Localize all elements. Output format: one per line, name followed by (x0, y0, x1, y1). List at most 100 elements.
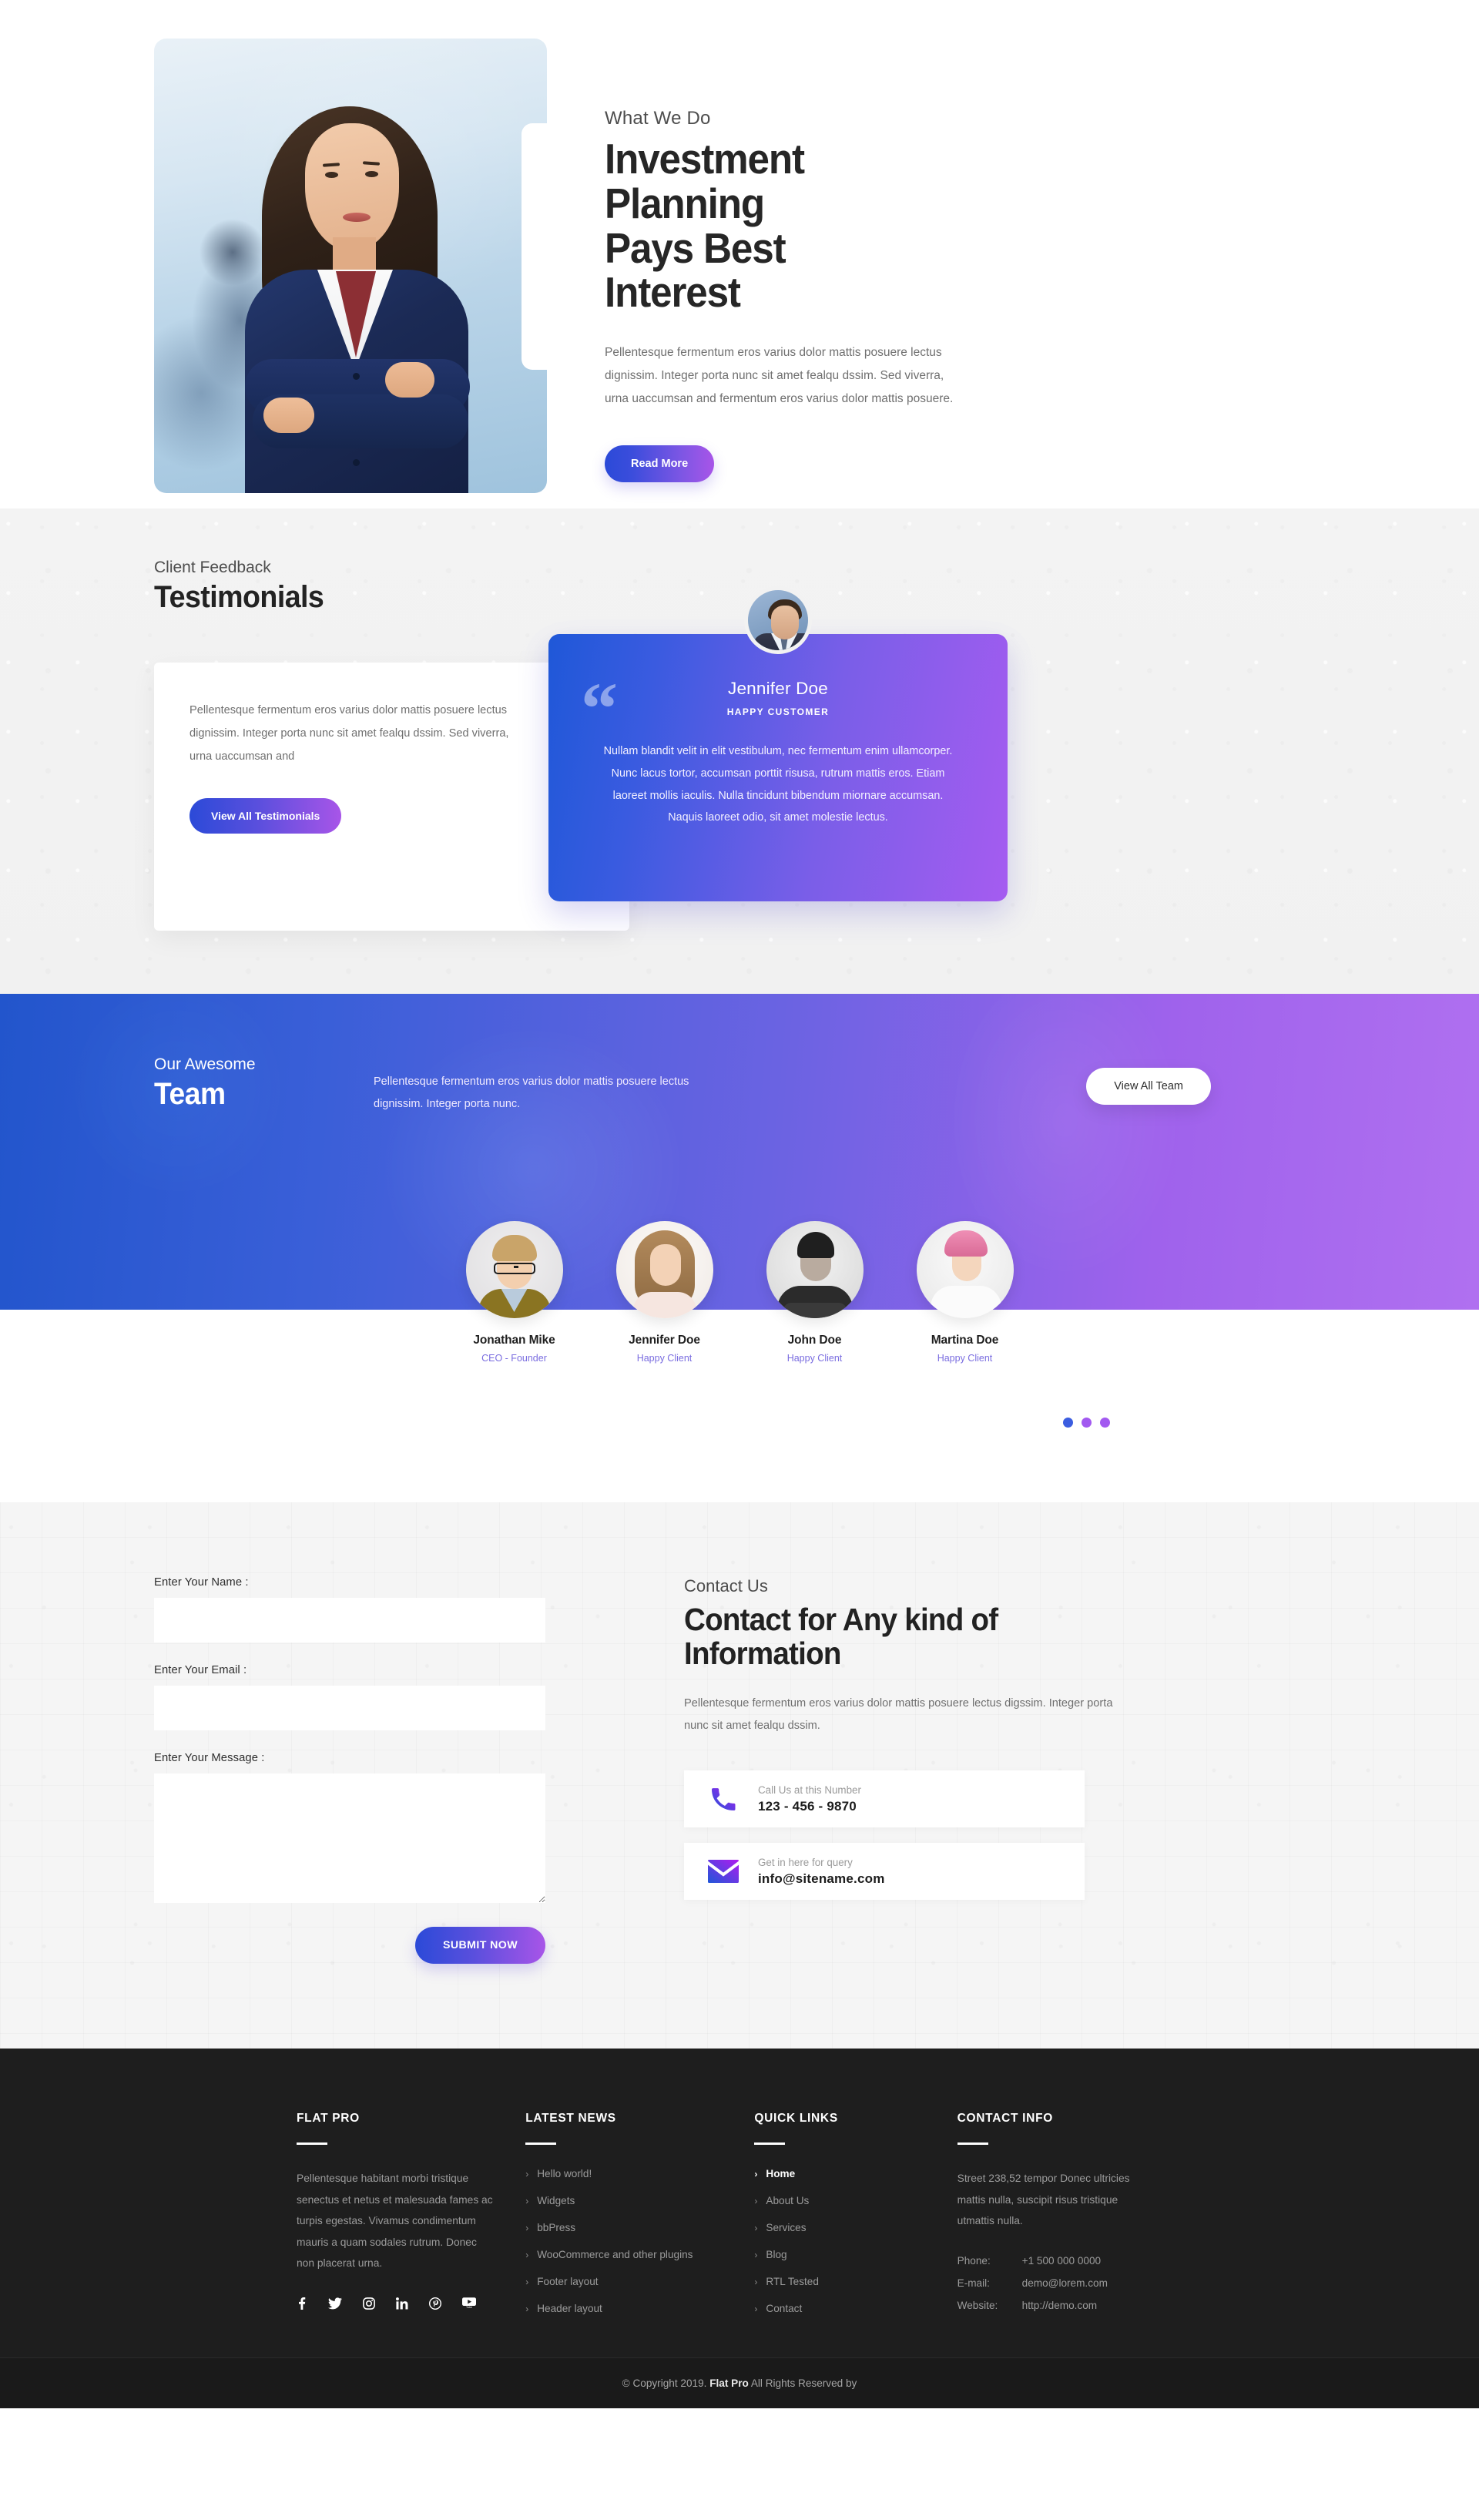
social-links: Tube (297, 2297, 495, 2313)
contact-section: Enter Your Name : Enter Your Email : Ent… (0, 1502, 1479, 2049)
footer-phone-key: Phone: (957, 2254, 991, 2267)
hero-title-line-2: Pays Best Interest (605, 223, 786, 317)
hand-lower-shape (263, 398, 314, 433)
news-item-label: Hello world! (537, 2168, 592, 2179)
testimonial-pagination[interactable] (1063, 1418, 1110, 1428)
footer-website-value[interactable]: http://demo.com (1022, 2300, 1097, 2311)
linkedin-icon[interactable] (396, 2297, 408, 2313)
chevron-right-icon: › (754, 2195, 758, 2206)
phone-card[interactable]: Call Us at this Number 123 - 456 - 9870 (684, 1770, 1085, 1828)
quick-link-about[interactable]: › About Us (754, 2195, 926, 2206)
list-item[interactable]: › Widgets (525, 2195, 723, 2206)
testimonials-heading: Client Feedback Testimonials (154, 508, 1325, 615)
view-all-testimonials-button[interactable]: View All Testimonials (189, 797, 342, 834)
hero-paragraph: Pellentesque fermentum eros varius dolor… (605, 346, 954, 406)
member-role: Happy Client (937, 1353, 993, 1364)
quick-link-home[interactable]: › Home (754, 2168, 926, 2179)
quick-link-label: Blog (766, 2249, 787, 2260)
name-input[interactable] (154, 1598, 545, 1643)
list-item[interactable]: › bbPress (525, 2222, 723, 2233)
contact-title-line-2: Information (684, 1636, 841, 1672)
envelope-icon (706, 1859, 741, 1884)
footer-email-key: E-mail: (957, 2277, 990, 2289)
member-face-shape (649, 1244, 681, 1286)
facebook-icon[interactable] (297, 2297, 307, 2313)
message-label: Enter Your Message : (154, 1752, 265, 1764)
pagination-dot-3[interactable] (1100, 1418, 1110, 1428)
chevron-right-icon: › (754, 2249, 758, 2260)
footer-address: Street 238,52 tempor Donec ultricies mat… (957, 2173, 1130, 2227)
quick-link-contact[interactable]: › Contact (754, 2303, 926, 2314)
footer-title-underline (957, 2143, 988, 2145)
list-item[interactable]: › WooCommerce and other plugins (525, 2249, 723, 2260)
footer-website-key: Website: (957, 2299, 998, 2311)
news-item-label: Footer layout (537, 2276, 599, 2287)
view-all-team-button[interactable]: View All Team (1086, 1068, 1211, 1105)
pagination-dot-2[interactable] (1082, 1418, 1092, 1428)
email-value: info@sitename.com (758, 1871, 885, 1886)
youtube-icon[interactable]: Tube (462, 2297, 476, 2313)
team-member[interactable]: Jonathan Mike CEO - Founder (439, 1221, 589, 1364)
latest-news-list: › Hello world! › Widgets › bbPress › WooComm… (525, 2168, 723, 2314)
list-item[interactable]: › Footer layout (525, 2276, 723, 2287)
hand-upper-shape (385, 362, 434, 398)
list-item[interactable]: › Header layout (525, 2303, 723, 2314)
testimonial-author-name: Jennifer Doe (728, 679, 828, 698)
news-item-label: bbPress (537, 2222, 576, 2233)
team-eyebrow: Our Awesome (154, 1055, 256, 1073)
news-item-label: WooCommerce and other plugins (537, 2249, 693, 2260)
pagination-dot-1[interactable] (1063, 1418, 1073, 1428)
footer-phone-row: Phone: +1 500 000 0000 (957, 2255, 1152, 2267)
read-more-button[interactable]: Read More (605, 445, 715, 482)
lips-shape (343, 213, 371, 222)
quick-link-label: Home (766, 2168, 796, 2179)
phone-icon (706, 1783, 741, 1814)
chevron-right-icon: › (525, 2222, 529, 2233)
quick-link-blog[interactable]: › Blog (754, 2249, 926, 2260)
twitter-icon[interactable] (328, 2297, 342, 2313)
businesswoman-photo (154, 39, 547, 493)
contact-eyebrow: Contact Us (684, 1576, 768, 1596)
member-name: John Doe (787, 1334, 842, 1347)
news-item-label: Header layout (537, 2303, 602, 2314)
footer-phone-value: +1 500 000 0000 (1021, 2254, 1102, 2267)
footer-news-column: LATEST NEWS › Hello world! › Widgets › bbPr… (525, 2112, 754, 2330)
hero-title-line-1: Investment Planning (605, 135, 805, 227)
quick-link-rtl-tested[interactable]: › RTL Tested (754, 2276, 926, 2287)
footer-email-row: E-mail: demo@lorem.com (957, 2277, 1152, 2289)
testimonials-title: Testimonials (154, 580, 324, 614)
email-card[interactable]: Get in here for query info@sitename.com (684, 1843, 1085, 1901)
message-textarea[interactable] (154, 1773, 545, 1903)
contact-form: Enter Your Name : Enter Your Email : Ent… (154, 1576, 632, 1964)
testimonials-section: Client Feedback Testimonials Pellentesqu… (0, 508, 1479, 1428)
team-member[interactable]: John Doe Happy Client (740, 1221, 890, 1364)
chevron-right-icon: › (754, 2168, 758, 2179)
quick-link-label: Contact (766, 2303, 803, 2314)
phone-value: 123 - 456 - 9870 (758, 1798, 857, 1814)
contact-info-block: Contact Us Contact for Any kind of Infor… (632, 1576, 1325, 1964)
submit-now-button[interactable]: SUBMIT NOW (415, 1927, 545, 1964)
member-arms-shape (783, 1303, 847, 1318)
team-members-strip: Jonathan Mike CEO - Founder Jennifer Doe… (0, 1221, 1479, 1502)
footer: FLAT PRO Pellentesque habitant morbi tri… (0, 2049, 1479, 2357)
footer-email-value[interactable]: demo@lorem.com (1022, 2277, 1108, 2289)
member-name: Jennifer Doe (629, 1334, 700, 1347)
email-input[interactable] (154, 1686, 545, 1730)
contact-title-line-1: Contact for Any kind of (684, 1602, 998, 1637)
footer-website-row: Website: http://demo.com (957, 2300, 1152, 2311)
member-body-shape (930, 1286, 1001, 1318)
glasses-bridge-shape (513, 1266, 518, 1268)
team-member[interactable]: Jennifer Doe Happy Client (589, 1221, 740, 1364)
team-member[interactable]: Martina Doe Happy Client (890, 1221, 1040, 1364)
member-hair-shape (944, 1230, 988, 1257)
button-lower-shape (353, 459, 360, 466)
testimonials-summary-text: Pellentesque fermentum eros varius dolor… (189, 704, 509, 763)
instagram-icon[interactable] (363, 2297, 375, 2313)
member-name: Jonathan Mike (473, 1334, 555, 1347)
pinterest-icon[interactable] (429, 2297, 441, 2313)
footer-title-underline (297, 2143, 327, 2145)
quick-link-services[interactable]: › Services (754, 2222, 926, 2233)
list-item[interactable]: › Hello world! (525, 2168, 723, 2179)
member-hair-shape (797, 1232, 834, 1258)
quick-links-list: › Home › About Us › Services › Blog › RTL Tes… (754, 2168, 926, 2314)
